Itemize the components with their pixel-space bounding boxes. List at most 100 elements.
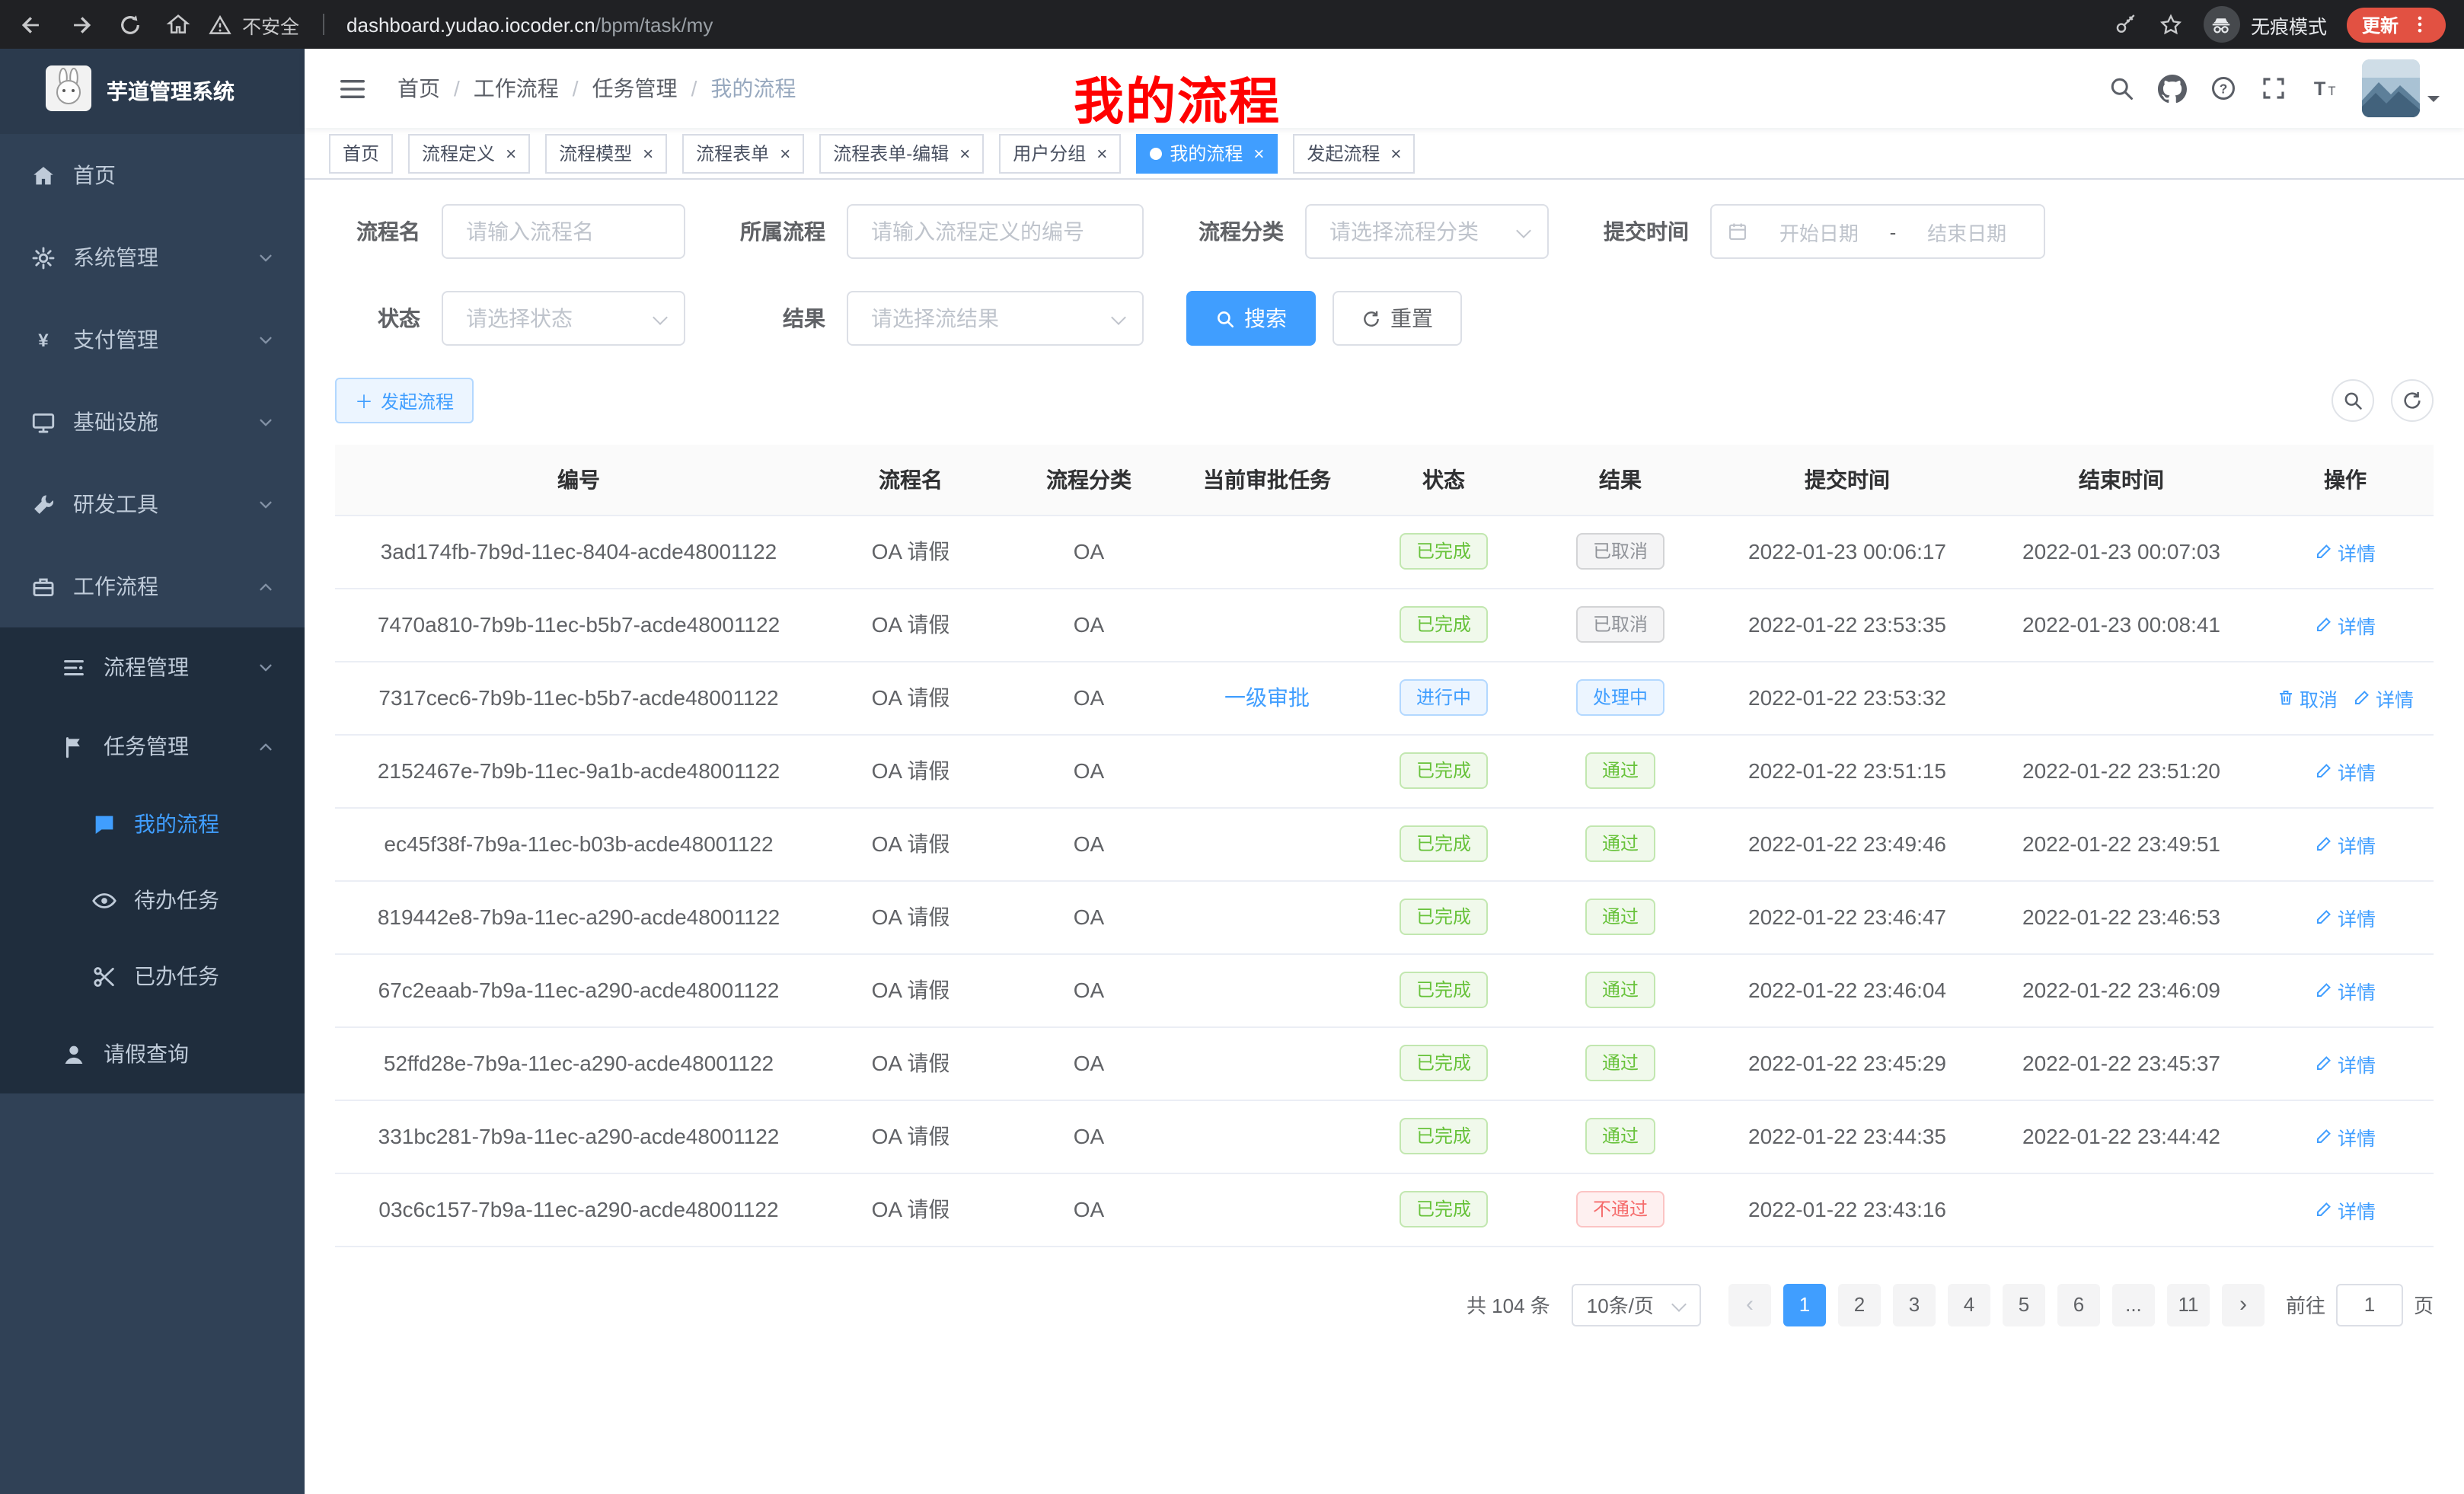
detail-link[interactable]: 详情 — [2315, 537, 2376, 566]
sidebar-item-payment[interactable]: ¥支付管理 — [0, 298, 305, 381]
search-button[interactable]: 搜索 — [1186, 291, 1316, 346]
toggle-search-button[interactable] — [2332, 379, 2374, 422]
refresh-table-button[interactable] — [2391, 379, 2434, 422]
tab-user-group[interactable]: 用户分组× — [999, 133, 1121, 173]
reload-button[interactable] — [119, 13, 142, 36]
sidebar-item-done-task[interactable]: 已办任务 — [0, 938, 305, 1014]
next-page-button[interactable]: › — [2222, 1283, 2265, 1326]
tab-process-model[interactable]: 流程模型× — [545, 133, 667, 173]
tab-my-process[interactable]: 我的流程× — [1136, 133, 1278, 173]
page-button-4[interactable]: 4 — [1948, 1283, 1990, 1326]
cell-status: 已完成 — [1355, 1100, 1532, 1173]
forward-button[interactable] — [69, 11, 94, 37]
result-tag: 通过 — [1585, 752, 1655, 789]
cell-end-time — [1986, 661, 2257, 734]
github-icon[interactable] — [2158, 74, 2187, 103]
detail-link[interactable]: 详情 — [2315, 1122, 2376, 1151]
detail-link[interactable]: 详情 — [2315, 1195, 2376, 1224]
goto-page-input[interactable] — [2336, 1283, 2403, 1326]
password-key-icon[interactable] — [2114, 12, 2138, 37]
create-process-button[interactable]: ＋ 发起流程 — [335, 378, 474, 423]
process-category-select[interactable]: 请选择流程分类 — [1305, 204, 1549, 259]
breadcrumb-item[interactable]: 工作流程 — [474, 73, 559, 104]
current-task-link[interactable]: 一级审批 — [1224, 685, 1310, 710]
cell-id: 52ffd28e-7b9a-11ec-a290-acde48001122 — [335, 1026, 822, 1100]
page-size-select[interactable]: 10条/页 — [1572, 1283, 1701, 1326]
fullscreen-icon[interactable] — [2260, 75, 2287, 102]
sidebar-item-my-process[interactable]: 我的流程 — [0, 786, 305, 862]
status-tag: 已完成 — [1400, 533, 1488, 570]
process-icon — [61, 654, 87, 680]
detail-link[interactable]: 详情 — [2315, 975, 2376, 1004]
bookmark-star-icon[interactable] — [2158, 11, 2184, 37]
close-icon[interactable]: × — [959, 144, 970, 162]
page-button-3[interactable]: 3 — [1893, 1283, 1936, 1326]
submit-time-range-picker[interactable]: 开始日期 - 结束日期 — [1710, 204, 2045, 259]
cancel-link[interactable]: 取消 — [2277, 683, 2338, 712]
app-logo[interactable]: 芋道管理系统 — [0, 49, 305, 134]
start-date-placeholder: 开始日期 — [1757, 217, 1881, 246]
search-icon[interactable] — [2108, 75, 2135, 102]
tab-label: 首页 — [343, 140, 379, 166]
sidebar-item-process-management[interactable]: 流程管理 — [0, 627, 305, 707]
cell-category: OA — [999, 1100, 1179, 1173]
tab-label: 流程表单-编辑 — [833, 140, 949, 166]
sidebar-item-workflow[interactable]: 工作流程 — [0, 545, 305, 627]
reset-button[interactable]: 重置 — [1333, 291, 1462, 346]
font-size-icon[interactable]: TT — [2310, 74, 2339, 103]
search-icon — [1215, 308, 1235, 328]
close-icon[interactable]: × — [643, 144, 653, 162]
sidebar-item-label: 我的流程 — [134, 809, 274, 839]
detail-link[interactable]: 详情 — [2315, 756, 2376, 785]
sidebar-item-infrastructure[interactable]: 基础设施 — [0, 381, 305, 463]
close-icon[interactable]: × — [506, 144, 516, 162]
close-icon[interactable]: × — [780, 144, 790, 162]
tab-initiate-process[interactable]: 发起流程× — [1293, 133, 1415, 173]
infra-icon — [30, 409, 56, 435]
home-button[interactable] — [166, 12, 190, 37]
page-button-1[interactable]: 1 — [1783, 1283, 1826, 1326]
omnibox-divider — [322, 14, 324, 35]
close-icon[interactable]: × — [1096, 144, 1107, 162]
detail-link[interactable]: 详情 — [2315, 610, 2376, 639]
help-icon[interactable]: ? — [2210, 75, 2237, 102]
sidebar-item-devtools[interactable]: 研发工具 — [0, 463, 305, 545]
sidebar-item-home[interactable]: 首页 — [0, 134, 305, 216]
detail-link[interactable]: 详情 — [2315, 902, 2376, 931]
close-icon[interactable]: × — [1390, 144, 1401, 162]
user-avatar[interactable] — [2362, 59, 2440, 117]
sidebar-item-task-management[interactable]: 任务管理 — [0, 707, 305, 786]
more-pages-button[interactable]: ... — [2112, 1283, 2155, 1326]
user-icon — [61, 1041, 87, 1067]
page-button-11[interactable]: 11 — [2167, 1283, 2210, 1326]
sidebar-item-todo-task[interactable]: 待办任务 — [0, 862, 305, 938]
tab-home[interactable]: 首页 — [329, 133, 393, 173]
prev-page-button[interactable]: ‹ — [1728, 1283, 1771, 1326]
detail-link[interactable]: 详情 — [2315, 829, 2376, 858]
status-select[interactable]: 请选择状态 — [442, 291, 685, 346]
detail-link[interactable]: 详情 — [2353, 683, 2414, 712]
sidebar-item-system[interactable]: 系统管理 — [0, 216, 305, 298]
detail-link[interactable]: 详情 — [2315, 1049, 2376, 1077]
address-bar[interactable]: 不安全 dashboard.yudao.iocoder.cn/bpm/task/… — [209, 10, 2114, 39]
result-select[interactable]: 请选择流结果 — [847, 291, 1144, 346]
process-definition-input[interactable] — [847, 204, 1144, 259]
tab-process-definition[interactable]: 流程定义× — [408, 133, 530, 173]
cell-category: OA — [999, 515, 1179, 588]
column-header-2: 流程分类 — [999, 445, 1179, 515]
sidebar-toggle-icon[interactable] — [329, 74, 376, 103]
back-button[interactable] — [18, 11, 44, 37]
page-button-5[interactable]: 5 — [2003, 1283, 2045, 1326]
process-name-input[interactable] — [442, 204, 685, 259]
breadcrumb-item[interactable]: 任务管理 — [592, 73, 678, 104]
close-icon[interactable]: × — [1253, 144, 1264, 162]
breadcrumb-item[interactable]: 首页 — [397, 73, 440, 104]
tab-process-form-edit[interactable]: 流程表单-编辑 × — [819, 133, 984, 173]
page-button-6[interactable]: 6 — [2057, 1283, 2100, 1326]
sidebar-item-leave-query[interactable]: 请假查询 — [0, 1014, 305, 1093]
kebab-menu-icon[interactable] — [2409, 14, 2430, 35]
tab-process-form[interactable]: 流程表单× — [682, 133, 804, 173]
page-button-2[interactable]: 2 — [1838, 1283, 1881, 1326]
cell-name: OA 请假 — [822, 807, 999, 880]
browser-update-button[interactable]: 更新 — [2347, 7, 2446, 42]
